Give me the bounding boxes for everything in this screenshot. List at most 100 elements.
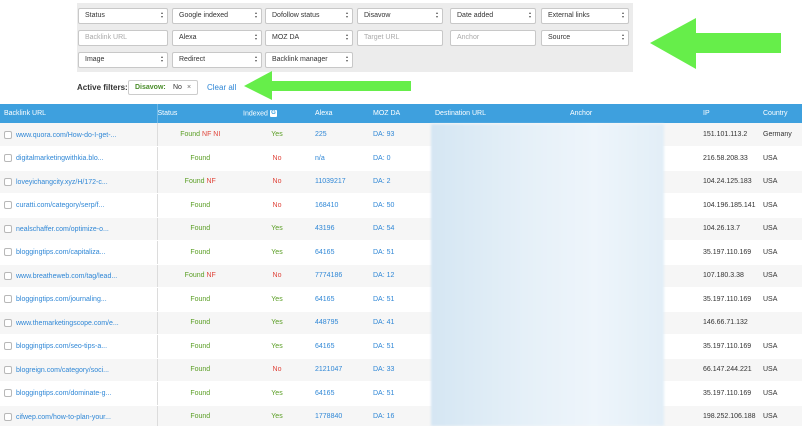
moz-da-link[interactable]: DA: 50 [373, 202, 394, 209]
alexa-link[interactable]: 7774186 [315, 272, 342, 279]
moz-da-link[interactable]: DA: 54 [373, 225, 394, 232]
backlink-url-link[interactable]: nealschaffer.com/optimize-o... [16, 226, 109, 233]
filter-moz-da-select[interactable]: MOZ DA [265, 30, 353, 46]
row-checkbox[interactable] [4, 224, 12, 233]
da-prefix: DA: [373, 272, 387, 280]
moz-da-link[interactable]: DA: 16 [373, 413, 394, 420]
backlink-url-link[interactable]: bloggingtips.com/dominate-g... [16, 390, 111, 397]
backlink-url-link[interactable]: bloggingtips.com/journaling... [16, 296, 107, 303]
filter-backlink-manager-select[interactable]: Backlink manager [265, 52, 353, 68]
cell-alexa: 1778840 [311, 405, 369, 426]
close-icon[interactable]: × [187, 81, 191, 94]
filter-disavow-select[interactable]: Disavow [357, 8, 443, 24]
cell-status: Found [157, 287, 243, 312]
col-header-alexa[interactable]: Alexa [311, 104, 369, 123]
moz-da-link[interactable]: DA: 51 [373, 296, 394, 303]
filter-external-links-select[interactable]: External links [541, 8, 629, 24]
alexa-link[interactable]: 64165 [315, 296, 334, 303]
filter-target-url-input[interactable]: Target URL [357, 30, 443, 46]
filter-backlink-url-input[interactable]: Backlink URL [78, 30, 168, 46]
row-checkbox[interactable] [4, 412, 12, 421]
row-checkbox[interactable] [4, 295, 12, 304]
alexa-link[interactable]: 448795 [315, 319, 338, 326]
filter-image-select[interactable]: Image [78, 52, 168, 68]
col-header-status[interactable]: Status [157, 104, 243, 123]
cell-alexa: 2121047 [311, 358, 369, 382]
row-checkbox[interactable] [4, 201, 12, 210]
backlink-url-link[interactable]: loveyichangcity.xyz/H/172-c... [16, 179, 108, 186]
moz-da-link[interactable]: DA: 12 [373, 272, 394, 279]
table-row: www.themarketingscope.com/e... Found Yes 44… [0, 311, 802, 335]
indexed-value: Yes [271, 131, 283, 138]
cell-ip: 198.252.106.188 [699, 405, 759, 426]
alexa-link[interactable]: 64165 [315, 390, 334, 397]
backlink-url-link[interactable]: cifwep.com/how-to-plan-your... [16, 414, 111, 421]
row-checkbox[interactable] [4, 271, 12, 280]
da-prefix: DA: [373, 366, 387, 374]
alexa-link[interactable]: 11039217 [315, 178, 346, 185]
redacted-destination-anchor-area [431, 124, 664, 426]
backlink-url-link[interactable]: bloggingtips.com/seo-tips-a... [16, 343, 107, 350]
filter-dofollow-status-select[interactable]: Dofollow status [265, 8, 353, 24]
da-prefix: DA: [373, 342, 387, 350]
col-header-ip[interactable]: IP [699, 104, 759, 123]
filter-google-indexed-select[interactable]: Google indexed [172, 8, 262, 24]
status-found: Found [184, 178, 205, 186]
backlink-url-link[interactable]: www.themarketingscope.com/e... [16, 320, 119, 327]
moz-da-link[interactable]: DA: 2 [373, 178, 391, 185]
backlink-url-link[interactable]: curatti.com/category/serp/f... [16, 202, 104, 209]
table-body: www.quora.com/How-do-I-get-... Found NF N… [0, 123, 802, 426]
row-checkbox[interactable] [4, 154, 12, 163]
cell-moz-da: DA: 51 [369, 334, 431, 359]
col-header-anchor[interactable]: Anchor [566, 104, 699, 123]
filter-source-select[interactable]: Source [541, 30, 629, 46]
alexa-link[interactable]: 43196 [315, 225, 334, 232]
filter-status-select[interactable]: Status [78, 8, 168, 24]
alexa-link[interactable]: 1778840 [315, 413, 342, 420]
moz-da-link[interactable]: DA: 93 [373, 131, 394, 138]
status-found: Found [190, 319, 211, 327]
backlink-url-link[interactable]: www.breatheweb.com/tag/lead... [16, 273, 117, 280]
alexa-link[interactable]: n/a [315, 155, 325, 162]
moz-da-link[interactable]: DA: 41 [373, 319, 394, 326]
indexed-value: No [272, 201, 282, 209]
filter-anchor-input[interactable]: Anchor [450, 30, 536, 46]
clear-all-link[interactable]: Clear all [207, 83, 236, 92]
alexa-link[interactable]: 64165 [315, 249, 334, 256]
row-checkbox[interactable] [4, 177, 12, 186]
row-checkbox[interactable] [4, 342, 12, 351]
cell-indexed: No [243, 170, 311, 194]
row-checkbox[interactable] [4, 318, 12, 327]
alexa-link[interactable]: 64165 [315, 343, 334, 350]
moz-da-link[interactable]: DA: 51 [373, 390, 394, 397]
filter-redirect-select[interactable]: Redirect [172, 52, 262, 68]
alexa-link[interactable]: 168410 [315, 202, 338, 209]
filter-alexa-select[interactable]: Alexa [172, 30, 262, 46]
row-checkbox[interactable] [4, 365, 12, 374]
active-filter-chip-disavow[interactable]: Disavow: No × [128, 80, 198, 95]
filter-date-added-select[interactable]: Date added [450, 8, 536, 24]
table-row: bloggingtips.com/journaling... Found Yes 64… [0, 287, 802, 312]
da-value: 51 [386, 389, 395, 397]
moz-da-link[interactable]: DA: 0 [373, 155, 391, 162]
backlink-url-link[interactable]: bloggingtips.com/capitaliza... [16, 249, 106, 256]
row-checkbox[interactable] [4, 130, 12, 139]
col-header-destination-url[interactable]: Destination URL [431, 104, 566, 123]
col-header-indexed[interactable]: Indexed G [243, 104, 311, 123]
row-checkbox[interactable] [4, 389, 12, 398]
row-checkbox[interactable] [4, 248, 12, 257]
moz-da-link[interactable]: DA: 51 [373, 343, 394, 350]
alexa-link[interactable]: 2121047 [315, 366, 342, 373]
col-header-moz-da[interactable]: MOZ DA [369, 104, 431, 123]
backlink-url-link[interactable]: blogreign.com/category/soci... [16, 367, 109, 374]
cell-ip: 35.197.110.169 [699, 240, 759, 265]
col-header-country[interactable]: Country [759, 104, 802, 123]
col-header-backlink-url[interactable]: Backlink URL [0, 104, 158, 123]
backlink-url-link[interactable]: digitalmarketingwithkia.blo... [16, 155, 104, 162]
alexa-link[interactable]: 225 [315, 131, 327, 138]
moz-da-link[interactable]: DA: 51 [373, 249, 394, 256]
backlink-url-link[interactable]: www.quora.com/How-do-I-get-... [16, 131, 116, 138]
moz-da-link[interactable]: DA: 33 [373, 366, 394, 373]
cell-ip: 151.101.113.2 [699, 123, 759, 147]
cell-indexed: No [243, 193, 311, 218]
